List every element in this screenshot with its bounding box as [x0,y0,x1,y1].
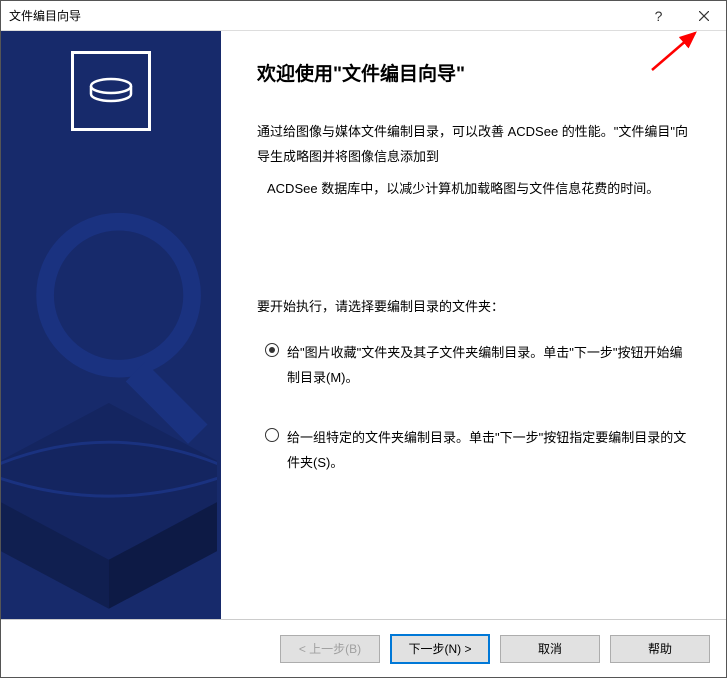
option-specific-label: 给一组特定的文件夹编制目录。单击"下一步"按钮指定要编制目录的文件夹(S)。 [287,426,694,475]
option-pictures-folder[interactable]: 给"图片收藏"文件夹及其子文件夹编制目录。单击"下一步"按钮开始编制目录(M)。 [257,341,694,390]
window-title: 文件编目向导 [9,7,636,24]
wizard-main: 欢迎使用"文件编目向导" 通过给图像与媒体文件编制目录，可以改善 ACDSee … [221,31,726,619]
help-button-footer[interactable]: 帮助 [610,635,710,663]
sidebar-logo-box [71,51,151,131]
option-specific-folders[interactable]: 给一组特定的文件夹编制目录。单击"下一步"按钮指定要编制目录的文件夹(S)。 [257,426,694,475]
back-button: < 上一步(B) [280,635,380,663]
close-button[interactable] [681,1,726,30]
radio-icon [265,343,279,357]
option-pictures-label: 给"图片收藏"文件夹及其子文件夹编制目录。单击"下一步"按钮开始编制目录(M)。 [287,341,694,390]
content-area: 欢迎使用"文件编目向导" 通过给图像与媒体文件编制目录，可以改善 ACDSee … [1,31,726,619]
wizard-button-bar: < 上一步(B) 下一步(N) > 取消 帮助 [1,619,726,677]
close-icon [699,11,709,21]
titlebar: 文件编目向导 ? [1,1,726,31]
page-title: 欢迎使用"文件编目向导" [257,59,694,86]
next-button[interactable]: 下一步(N) > [390,634,490,664]
sidebar-background-art [1,207,217,619]
wizard-sidebar [1,31,221,619]
disk-icon [86,76,136,106]
radio-icon [265,428,279,442]
cancel-button[interactable]: 取消 [500,635,600,663]
intro-paragraph-2: ACDSee 数据库中，以减少计算机加载略图与文件信息花费的时间。 [257,177,694,202]
selection-prompt: 要开始执行，请选择要编制目录的文件夹： [257,296,694,315]
help-button[interactable]: ? [636,1,681,30]
intro-paragraph-1: 通过给图像与媒体文件编制目录，可以改善 ACDSee 的性能。"文件编目"向导生… [257,120,694,169]
